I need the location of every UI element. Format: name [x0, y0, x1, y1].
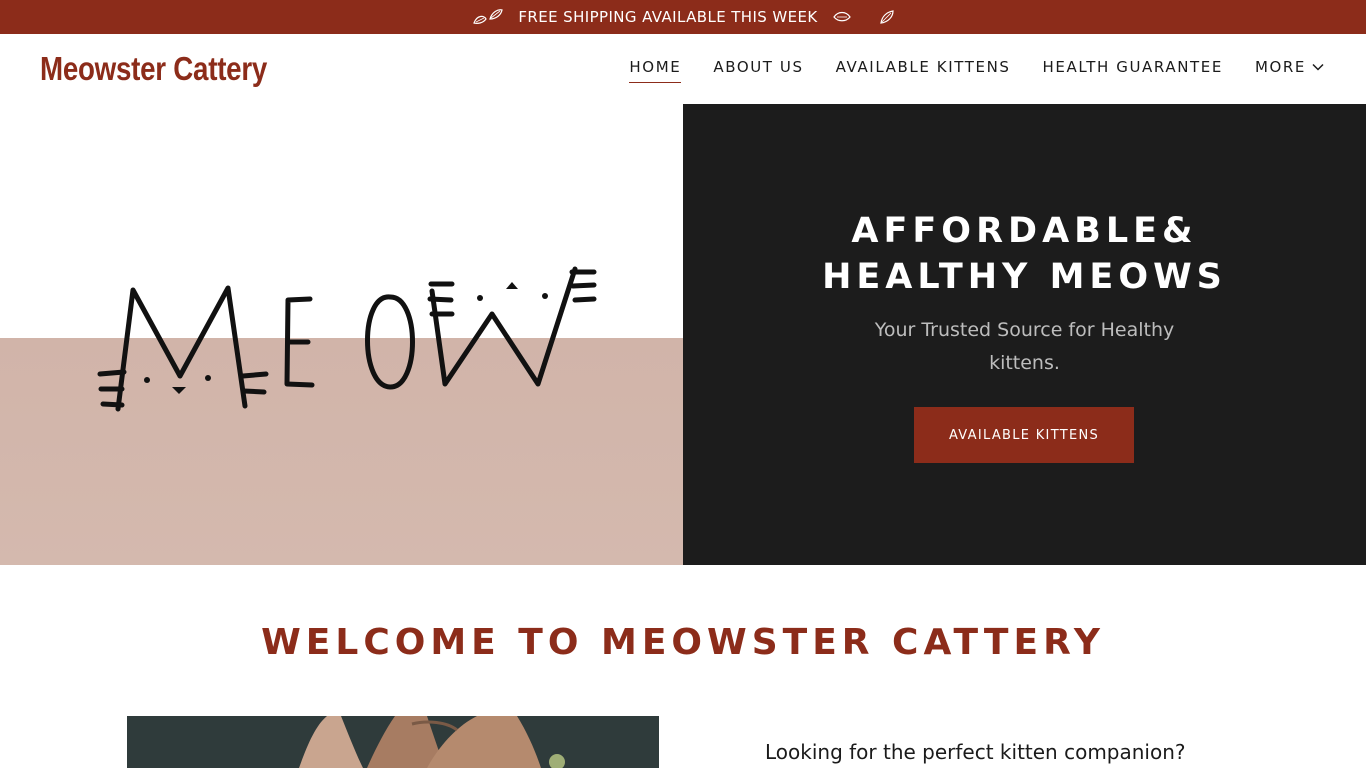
- hero-title-line-1: AFFORDABLE&: [851, 211, 1198, 251]
- available-kittens-button[interactable]: AVAILABLE KITTENS: [914, 407, 1134, 463]
- kitten-photo: [127, 716, 659, 768]
- main-nav: HOME ABOUT US AVAILABLE KITTENS HEALTH G…: [629, 58, 1324, 83]
- nav-item-home[interactable]: HOME: [629, 58, 682, 83]
- leaf-icons-left: [470, 7, 504, 27]
- announcement-text: FREE SHIPPING AVAILABLE THIS WEEK: [518, 8, 818, 26]
- nav-item-health-guarantee[interactable]: HEALTH GUARANTEE: [1043, 58, 1223, 80]
- meow-cat-lettering: [97, 266, 597, 412]
- hero-subtitle: Your Trusted Source for Healthy kittens.: [874, 319, 1175, 374]
- hero-panel: AFFORDABLE& HEALTHY MEOWS Your Trusted S…: [683, 104, 1366, 565]
- nav-item-available-kittens[interactable]: AVAILABLE KITTENS: [836, 58, 1011, 80]
- hero-title: AFFORDABLE& HEALTHY MEOWS: [683, 208, 1366, 300]
- sphynx-kitten-image: [127, 716, 659, 768]
- site-header: Meowster Cattery HOME ABOUT US AVAILABLE…: [0, 34, 1366, 104]
- leaf-icon: [879, 10, 894, 24]
- announcement-bar: FREE SHIPPING AVAILABLE THIS WEEK: [0, 0, 1366, 34]
- hero-image: [0, 104, 683, 565]
- chevron-down-icon: [1312, 63, 1324, 71]
- hero-title-line-2: HEALTHY MEOWS: [822, 257, 1227, 297]
- leaf-icons-right: [832, 8, 896, 26]
- welcome-heading: WELCOME TO MEOWSTER CATTERY: [261, 622, 1105, 663]
- nav-item-about-us[interactable]: ABOUT US: [713, 58, 803, 80]
- nav-item-more[interactable]: MORE: [1255, 58, 1324, 80]
- nav-more-label: MORE: [1254, 58, 1306, 76]
- site-logo[interactable]: Meowster Cattery: [40, 50, 267, 88]
- eye-leaf-icon: [832, 11, 851, 22]
- leaf-icon: [473, 9, 504, 24]
- intro-text: Looking for the perfect kitten companion…: [765, 740, 1186, 764]
